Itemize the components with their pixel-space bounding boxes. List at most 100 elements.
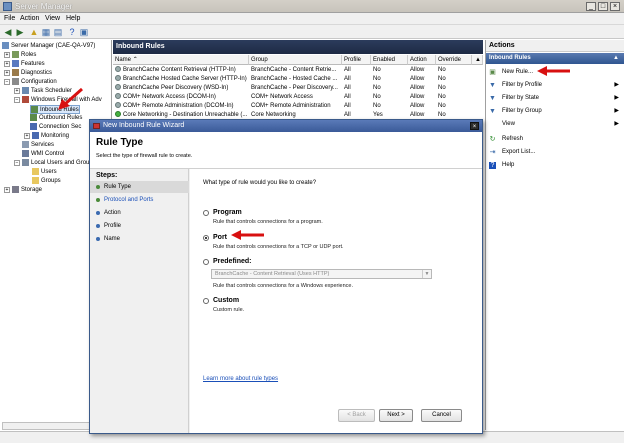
rule-cell-group[interactable]: COM+ Network Access	[249, 93, 342, 102]
rule-cell-group[interactable]: BranchCache - Content Retrie...	[249, 66, 342, 75]
tree-item-groups[interactable]: Groups	[32, 177, 61, 186]
tree-item-diagnostics[interactable]: + Diagnostics	[4, 69, 52, 78]
console-tree-icon[interactable]: ▦	[41, 27, 51, 37]
actions-section-inbound-rules[interactable]: Inbound Rules ▲	[486, 53, 624, 64]
rule-cell-action[interactable]: Allow	[408, 75, 436, 84]
tree-item-server-manager[interactable]: Server Manager (CAE-QA-V97)	[2, 42, 95, 51]
rule-cell-enabled[interactable]: No	[371, 93, 408, 102]
rule-cell-profile[interactable]: All	[342, 93, 371, 102]
rule-cell-override[interactable]: No	[436, 93, 472, 102]
option-predefined-label[interactable]: Predefined:	[213, 258, 252, 265]
option-program-label[interactable]: Program	[213, 209, 242, 216]
tree-item-wmi-control[interactable]: WMI Control	[22, 150, 64, 159]
rule-cell-override[interactable]: No	[436, 66, 472, 75]
back-button[interactable]: < Back	[338, 409, 375, 422]
tree-item-configuration[interactable]: − Configuration	[4, 78, 57, 87]
expand-icon[interactable]: +	[4, 69, 10, 76]
column-header-group[interactable]: Group	[249, 55, 342, 65]
rule-cell-action[interactable]: Allow	[408, 84, 436, 93]
help-icon[interactable]: ?	[67, 27, 77, 37]
rule-cell-enabled[interactable]: No	[371, 84, 408, 93]
rule-cell-group[interactable]: COM+ Remote Administration	[249, 102, 342, 111]
column-header-action[interactable]: Action	[408, 55, 436, 65]
center-pane-title: Inbound Rules	[113, 40, 483, 54]
radio-predefined[interactable]	[203, 259, 209, 265]
menu-file[interactable]: File	[4, 15, 15, 22]
next-button[interactable]: Next >	[379, 409, 413, 422]
rule-cell-profile[interactable]: All	[342, 84, 371, 93]
back-arrow-icon[interactable]: ◀	[3, 27, 13, 37]
action-export-list[interactable]: ⇥ Export List...	[486, 146, 624, 159]
expand-icon[interactable]: +	[4, 51, 10, 58]
menu-help[interactable]: Help	[66, 15, 80, 22]
rule-cell-override[interactable]: No	[436, 84, 472, 93]
tree-item-monitoring[interactable]: + Monitoring	[24, 132, 69, 141]
rule-cell-name[interactable]: COM+ Network Access (DCOM-In)	[113, 93, 249, 102]
option-port-label[interactable]: Port	[213, 234, 227, 241]
rule-cell-name[interactable]: BranchCache Hosted Cache Server (HTTP-In…	[113, 75, 249, 84]
action-filter-by-state[interactable]: ▼ Filter by State ▶	[486, 92, 624, 105]
predefined-select[interactable]: BranchCache - Content Retrieval (Uses HT…	[211, 269, 432, 279]
minimize-button[interactable]: _	[586, 2, 596, 11]
action-help[interactable]: ? Help	[486, 159, 624, 172]
rule-cell-override[interactable]: No	[436, 75, 472, 84]
expand-icon[interactable]: +	[14, 87, 20, 94]
rule-cell-group[interactable]: BranchCache - Peer Discovery...	[249, 84, 342, 93]
rule-cell-profile[interactable]: All	[342, 75, 371, 84]
column-header-enabled[interactable]: Enabled	[371, 55, 408, 65]
rule-cell-action[interactable]: Allow	[408, 102, 436, 111]
wizard-close-button[interactable]: ×	[470, 122, 479, 130]
scroll-up-icon[interactable]: ▲	[472, 55, 483, 65]
rule-cell-action[interactable]: Allow	[408, 93, 436, 102]
tree-item-storage[interactable]: + Storage	[4, 186, 42, 195]
column-header-override[interactable]: Override	[436, 55, 472, 65]
rule-cell-name[interactable]: BranchCache Peer Discovery (WSD-In)	[113, 84, 249, 93]
expand-icon[interactable]: +	[4, 60, 10, 67]
close-button[interactable]: ×	[610, 2, 620, 11]
radio-program[interactable]	[203, 210, 209, 216]
radio-custom[interactable]	[203, 298, 209, 304]
learn-more-link[interactable]: Learn more about rule types	[203, 376, 278, 382]
rule-cell-name[interactable]: COM+ Remote Administration (DCOM-In)	[113, 102, 249, 111]
action-view[interactable]: View ▶	[486, 118, 624, 131]
rule-cell-override[interactable]: No	[436, 102, 472, 111]
rule-cell-profile[interactable]: All	[342, 102, 371, 111]
show-hide-pane-icon[interactable]: ▣	[79, 27, 89, 37]
cancel-button[interactable]: Cancel	[421, 409, 462, 422]
expand-icon[interactable]: +	[24, 132, 30, 139]
rule-cell-action[interactable]: Allow	[408, 66, 436, 75]
tree-item-roles[interactable]: + Roles	[4, 51, 36, 60]
help-icon: ?	[489, 162, 496, 169]
tree-item-services[interactable]: Services	[22, 141, 54, 150]
action-filter-by-group[interactable]: ▼ Filter by Group ▶	[486, 105, 624, 118]
properties-icon[interactable]: ▤	[53, 27, 63, 37]
option-custom-label[interactable]: Custom	[213, 297, 239, 304]
menu-view[interactable]: View	[45, 15, 60, 22]
rule-cell-group[interactable]: BranchCache - Hosted Cache ...	[249, 75, 342, 84]
column-header-profile[interactable]: Profile	[342, 55, 371, 65]
folder-up-icon[interactable]: ▲	[29, 27, 39, 37]
radio-port[interactable]	[203, 235, 209, 241]
rule-cell-profile[interactable]: All	[342, 66, 371, 75]
rule-cell-enabled[interactable]: No	[371, 75, 408, 84]
collapse-icon[interactable]: −	[14, 96, 20, 103]
action-filter-by-profile[interactable]: ▼ Filter by Profile ▶	[486, 79, 624, 92]
window-title: Server Manager	[15, 2, 73, 11]
users-icon	[22, 159, 29, 166]
rule-cell-enabled[interactable]: No	[371, 66, 408, 75]
maximize-button[interactable]: □	[598, 2, 608, 11]
tree-item-features[interactable]: + Features	[4, 60, 45, 69]
tree-item-outbound-rules[interactable]: Outbound Rules	[30, 114, 82, 123]
rule-cell-name[interactable]: BranchCache Content Retrieval (HTTP-In)	[113, 66, 249, 75]
tree-item-connection-security[interactable]: Connection Sec	[30, 123, 81, 132]
tree-item-local-users[interactable]: − Local Users and Grou	[14, 159, 89, 168]
expand-icon[interactable]: +	[4, 186, 10, 193]
rule-cell-enabled[interactable]: No	[371, 102, 408, 111]
menu-action[interactable]: Action	[20, 15, 39, 22]
collapse-icon[interactable]: −	[14, 159, 20, 166]
collapse-icon[interactable]: −	[4, 78, 10, 85]
action-refresh[interactable]: ↻ Refresh	[486, 133, 624, 146]
tree-item-users[interactable]: Users	[32, 168, 57, 177]
forward-arrow-icon[interactable]: ▶	[15, 27, 25, 37]
column-header-name[interactable]: Name ⌃	[113, 55, 249, 65]
